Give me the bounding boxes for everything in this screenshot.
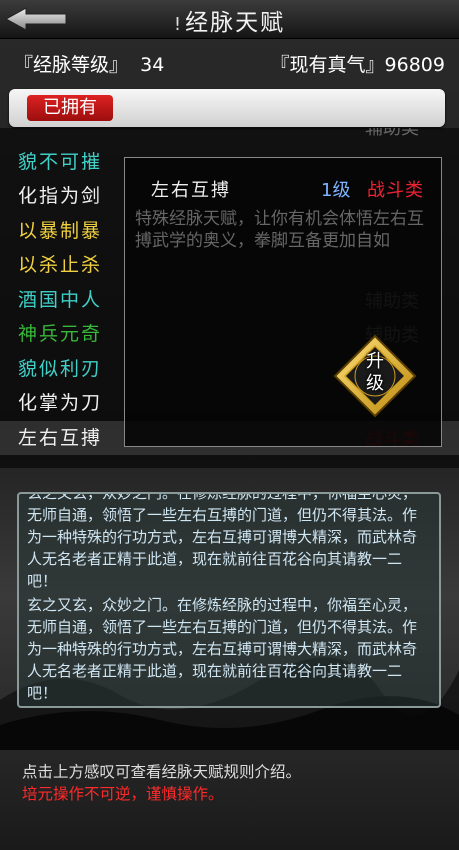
- page-title: !经脉天赋: [0, 3, 459, 37]
- talent-category: 辅助类: [365, 128, 419, 139]
- talent-name: 貌似利刃: [18, 357, 103, 380]
- filter-bar: 已拥有: [9, 89, 445, 127]
- popup-talent-level: 1级: [321, 180, 351, 201]
- owned-filter-button[interactable]: 已拥有: [27, 95, 113, 121]
- rules-hint: 点击上方感叹可查看经脉天赋规则介绍。: [22, 763, 302, 781]
- upgrade-label: 升级: [333, 351, 417, 395]
- upgrade-label-1: 升: [366, 351, 384, 372]
- story-paragraph: 玄之又玄，众妙之门。在修炼经脉的过程中，你福至心灵，无师自通，领悟了一些左右互搏…: [27, 596, 418, 702]
- page-title-text: 经脉天赋: [185, 10, 286, 36]
- popup-talent-name: 左右互搏: [151, 180, 231, 201]
- top-bar: !经脉天赋: [0, 0, 459, 39]
- popup-talent-category: 战斗类: [367, 180, 424, 201]
- talent-name: 酒国中人: [18, 288, 103, 311]
- stats-row: 『经脉等级』 34 『现有真气』96809: [14, 50, 445, 80]
- talent-name: 左右互搏: [18, 426, 103, 449]
- talent-detail-popup: 左右互搏 1级 战斗类 特殊经脉天赋，让你有机会体悟左右互搏武学的奥义，拳脚互备…: [124, 157, 442, 447]
- upgrade-label-2: 级: [366, 373, 384, 394]
- meridian-level-label: 『经脉等级』: [14, 54, 129, 76]
- story-paragraph: 玄之又玄，众妙之门。在修炼经脉的过程中，你福至心灵，无师自通，领悟了一些左右互搏…: [27, 492, 418, 590]
- current-qi-value: 96809: [384, 54, 445, 76]
- talent-list-item[interactable]: 辅助类: [0, 128, 459, 144]
- upgrade-button[interactable]: 升级: [333, 334, 417, 418]
- warning-text: 培元操作不可逆，谨慎操作。: [22, 785, 224, 803]
- talent-name: 以暴制暴: [18, 219, 103, 242]
- talent-story-box[interactable]: 玄之又玄，众妙之门。在修炼经脉的过程中，你福至心灵，无师自通，领悟了一些左右互搏…: [17, 492, 441, 708]
- talent-name: 化指为剑: [18, 185, 103, 207]
- talent-name: 神兵元奇: [18, 323, 103, 345]
- talent-name: 貌不可摧: [18, 150, 103, 173]
- talent-name: 以杀止杀: [18, 254, 103, 276]
- current-qi-label: 『现有真气』: [270, 54, 385, 76]
- popup-talent-description: 特殊经脉天赋，让你有机会体悟左右互搏武学的奥义，拳脚互备更加自如: [135, 209, 424, 251]
- meridian-level: 『经脉等级』 34: [14, 50, 164, 77]
- current-qi: 『现有真气』96809: [271, 50, 445, 77]
- talent-name: 化掌为刀: [18, 392, 103, 414]
- meridian-level-value: 34: [140, 54, 165, 76]
- info-icon[interactable]: !: [174, 14, 183, 35]
